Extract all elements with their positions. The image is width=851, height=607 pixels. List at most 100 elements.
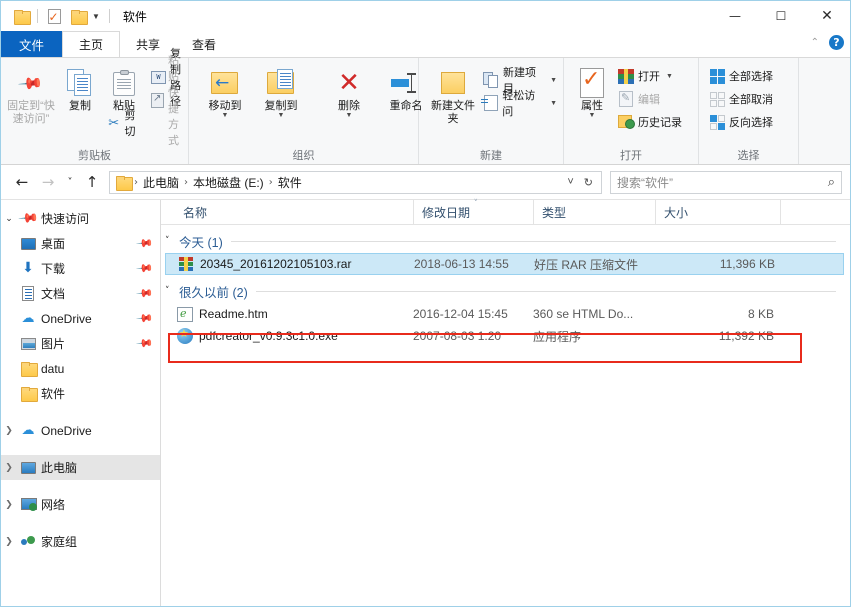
pin-icon-onedrive[interactable]: 📌 — [136, 309, 155, 328]
table-row[interactable]: pdfcreator_v0.9.3c1.0.exe 2007-08-03 1:2… — [165, 325, 844, 347]
edit-button[interactable]: 编辑 — [614, 89, 686, 109]
paste-shortcut-button[interactable]: 粘贴快捷方式 — [147, 55, 186, 147]
pin-to-quick-access-button[interactable]: 📌 固定到“快速访问” — [3, 62, 59, 147]
qat-customize-chevron-down-icon[interactable]: ▼ — [90, 12, 102, 21]
pin-icon-documents[interactable]: 📌 — [136, 284, 155, 303]
help-icon[interactable]: ? — [829, 35, 844, 50]
desktop-icon — [17, 237, 39, 250]
tab-home[interactable]: 主页 — [62, 31, 121, 57]
pin-icon-desktop[interactable]: 📌 — [136, 234, 155, 253]
minimize-button[interactable]: — — [712, 1, 758, 31]
group-chevron-down-icon-long-ago[interactable]: ˅ — [165, 286, 179, 296]
expander-chevron-right-icon-this-pc[interactable]: ❯ — [1, 463, 17, 473]
up-button[interactable]: ↑ — [79, 169, 105, 195]
history-label: 历史记录 — [638, 117, 682, 129]
back-button[interactable]: ← — [9, 169, 35, 195]
maximize-button[interactable]: ☐ — [758, 1, 804, 31]
file-name-text: 20345_20161202105103.rar — [200, 257, 352, 271]
qat-new-folder-button[interactable] — [66, 5, 90, 27]
group-header-today[interactable]: ˅ 今天 (1) — [161, 229, 850, 253]
expander-chevron-right-icon-homegroup[interactable]: ❯ — [1, 537, 17, 547]
tab-view[interactable]: 查看 — [176, 31, 232, 57]
cut-button[interactable]: ✂ 剪切 — [101, 110, 147, 138]
sidebar-item-software[interactable]: 软件 — [1, 381, 160, 406]
group-chevron-down-icon-today[interactable]: ˅ — [165, 236, 179, 246]
sidebar-item-pictures[interactable]: 图片 📌 — [1, 331, 160, 356]
file-rows: ˅ 今天 (1) 20345_20161202105103.rar 2018-0… — [161, 225, 850, 606]
group-header-long-ago[interactable]: ˅ 很久以前 (2) — [161, 279, 850, 303]
sidebar-label-datu: datu — [41, 361, 65, 376]
copy-to-button[interactable]: 复制到 ▼ — [253, 62, 309, 147]
file-date-cell: 2018-06-13 14:55 — [414, 257, 509, 271]
copy-to-chevron-down-icon[interactable]: ▼ — [278, 112, 285, 119]
open-chevron-down-icon[interactable]: ▼ — [666, 73, 673, 80]
expander-chevron-down-icon[interactable]: ⌄ — [1, 214, 17, 224]
paste-button[interactable]: 粘贴 — [101, 62, 147, 113]
qat-properties-button[interactable]: ✓ — [42, 5, 66, 27]
sidebar-item-datu[interactable]: datu — [1, 356, 160, 381]
tab-file[interactable]: 文件 — [1, 31, 63, 57]
forward-button[interactable]: → — [35, 169, 61, 195]
sidebar-item-downloads[interactable]: ⬇ 下载 📌 — [1, 256, 160, 281]
new-folder-button[interactable]: 新建文件夹 — [427, 62, 479, 147]
edit-icon — [618, 91, 634, 107]
address-dropdown-chevron-down-icon[interactable]: ˅ — [563, 176, 577, 188]
pin-icon-downloads[interactable]: 📌 — [136, 259, 155, 278]
breadcrumb-item-local-disk-e[interactable]: 本地磁盘 (E:) — [189, 174, 268, 191]
file-type-cell: 好压 RAR 压缩文件 — [534, 257, 639, 272]
select-all-icon — [709, 68, 725, 84]
refresh-icon[interactable]: ↻ — [580, 176, 597, 189]
breadcrumb[interactable]: › 此电脑 › 本地磁盘 (E:) › 软件 ˅ ↻ — [109, 170, 602, 194]
easy-access-icon — [480, 95, 498, 111]
invert-selection-button[interactable]: 反向选择 — [705, 112, 777, 132]
breadcrumb-item-software[interactable]: 软件 — [274, 174, 306, 191]
breadcrumb-item-this-pc[interactable]: 此电脑 — [139, 174, 183, 191]
sidebar-item-network[interactable]: ❯ 网络 — [1, 492, 160, 517]
pin-icon-pictures[interactable]: 📌 — [136, 334, 155, 353]
properties-chevron-down-icon[interactable]: ▼ — [589, 112, 596, 119]
ribbon-group-clipboard: 📌 固定到“快速访问” 复制 粘贴 ✂ 剪切 W 复制路径 ↗ 粘贴快捷方式 剪… — [1, 48, 189, 164]
rar-archive-icon — [178, 256, 194, 272]
move-to-button[interactable]: ← 移动到 ▼ — [197, 62, 253, 147]
new-item-chevron-down-icon[interactable]: ▼ — [550, 77, 557, 84]
quick-access-icon: 📌 — [16, 207, 40, 230]
history-button[interactable]: 历史记录 — [614, 112, 686, 132]
easy-access-chevron-down-icon[interactable]: ▼ — [550, 100, 557, 107]
sidebar-item-desktop[interactable]: 桌面 📌 — [1, 231, 160, 256]
easy-access-button[interactable]: 轻松访问 ▼ — [479, 90, 561, 118]
sidebar-item-onedrive[interactable]: ❯ ☁ OneDrive — [1, 418, 160, 443]
delete-chevron-down-icon[interactable]: ▼ — [346, 112, 353, 119]
column-header-name[interactable]: 名称 — [161, 200, 413, 224]
address-folder-icon — [116, 175, 133, 191]
move-to-chevron-down-icon[interactable]: ▼ — [222, 112, 229, 119]
search-input[interactable]: 搜索“软件” ⌕ — [610, 170, 842, 194]
open-button[interactable]: 打开 ▼ — [614, 66, 686, 86]
qat-folder-button[interactable] — [9, 5, 33, 27]
sort-chevron-down-icon: ˅ — [473, 199, 479, 209]
select-none-button[interactable]: 全部取消 — [705, 89, 777, 109]
table-row[interactable]: 20345_20161202105103.rar 2018-06-13 14:5… — [165, 253, 844, 275]
recent-locations-chevron-down-icon[interactable]: ˅ — [61, 169, 79, 195]
delete-icon: ✕ — [338, 68, 360, 98]
properties-button[interactable]: ✓ 属性 ▼ — [570, 62, 614, 147]
expander-chevron-right-icon-network[interactable]: ❯ — [1, 500, 17, 510]
expander-chevron-right-icon-onedrive[interactable]: ❯ — [1, 426, 17, 436]
select-all-button[interactable]: 全部选择 — [705, 66, 777, 86]
close-button[interactable]: ✕ — [804, 1, 850, 31]
sidebar-label-pictures: 图片 — [41, 337, 66, 351]
sidebar-item-documents[interactable]: 文档 📌 — [1, 281, 160, 306]
column-header-size[interactable]: 大小 — [655, 200, 780, 224]
sidebar-item-this-pc[interactable]: ❯ 此电脑 — [1, 455, 160, 480]
sidebar-item-quick-access[interactable]: ⌄ 📌 快速访问 — [1, 206, 160, 231]
table-row[interactable]: Readme.htm 2016-12-04 15:45 360 se HTML … — [165, 303, 844, 325]
search-icon[interactable]: ⌕ — [828, 175, 835, 190]
sidebar-item-homegroup[interactable]: ❯ 家庭组 — [1, 529, 160, 554]
collapse-ribbon-chevron-up-icon[interactable]: ⌃ — [811, 37, 819, 48]
delete-button[interactable]: ✕ 删除 ▼ — [321, 62, 377, 147]
column-header-type[interactable]: 类型 — [533, 200, 655, 224]
sidebar-item-onedrive-quick[interactable]: ☁ OneDrive 📌 — [1, 306, 160, 331]
copy-button[interactable]: 复制 — [59, 62, 101, 147]
explorer-body: ⌄ 📌 快速访问 桌面 📌 ⬇ 下载 📌 文档 📌 ☁ OneDrive 📌 图… — [1, 199, 850, 606]
column-header-date-modified[interactable]: ˅ 修改日期 — [413, 199, 533, 224]
